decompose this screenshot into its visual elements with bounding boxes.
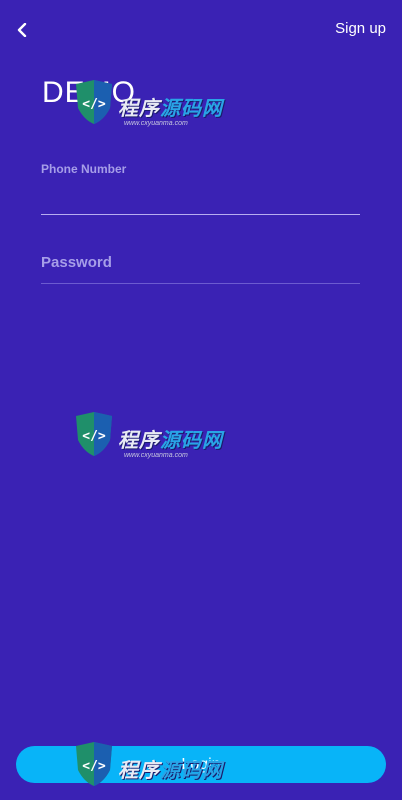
phone-field: Phone Number (41, 162, 360, 215)
back-button[interactable] (10, 18, 34, 42)
login-button[interactable]: Login (16, 746, 386, 783)
chevron-left-icon (17, 23, 27, 37)
password-field: Password (41, 252, 360, 284)
top-bar: Sign up (0, 0, 402, 60)
phone-input[interactable] (41, 188, 360, 212)
password-input[interactable] (41, 257, 360, 281)
sign-up-link[interactable]: Sign up (335, 20, 386, 37)
watermark-text: 程序源码网 (118, 430, 223, 452)
app-title: DEMO (42, 76, 136, 109)
watermark-url: www.cxyuanma.com (124, 452, 188, 459)
watermark-logo: </> 程序源码网 www.cxyuanma.com (72, 410, 242, 470)
svg-text:</>: </> (82, 429, 106, 444)
shield-logo-icon: </> (76, 412, 112, 456)
watermark-url: www.cxyuanma.com (124, 120, 188, 127)
phone-label: Phone Number (41, 162, 127, 176)
